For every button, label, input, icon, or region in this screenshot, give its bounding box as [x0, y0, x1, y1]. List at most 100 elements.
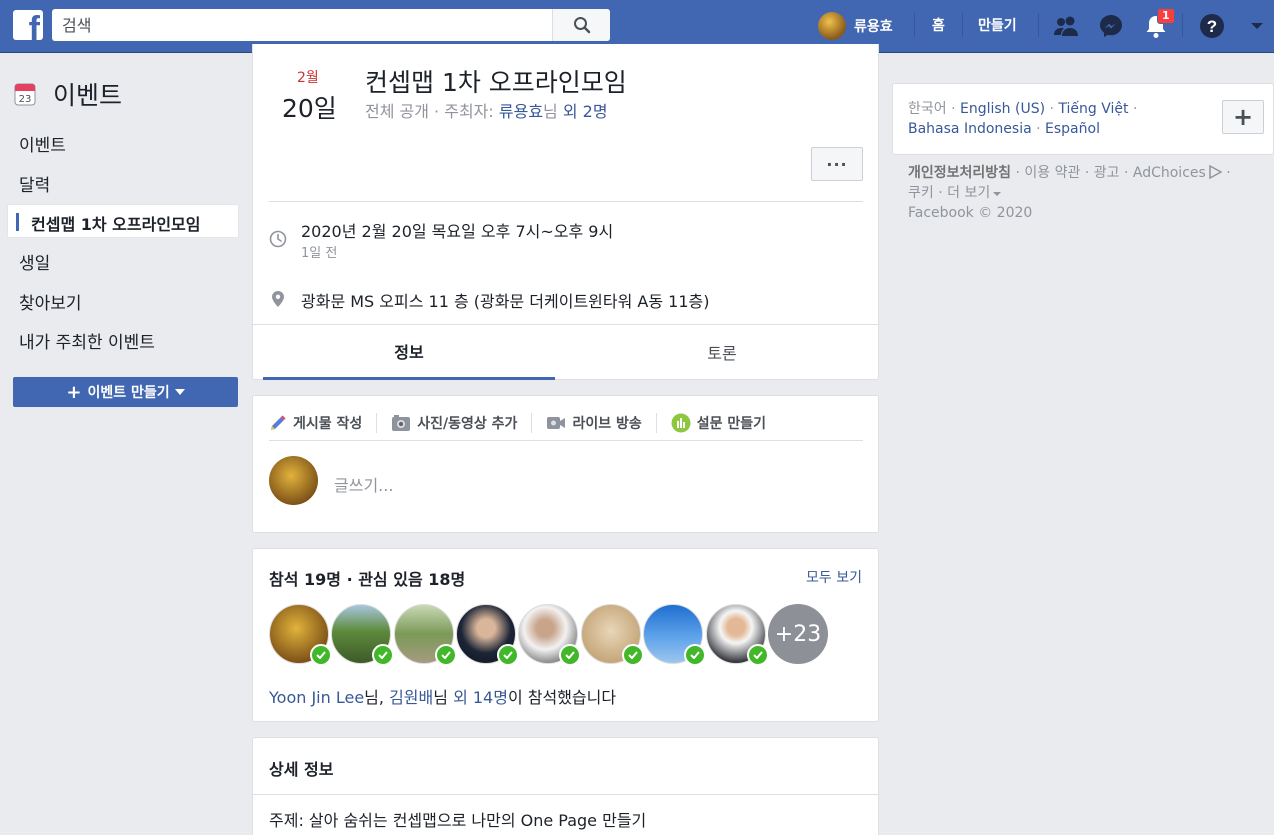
check-icon [497, 644, 519, 666]
sidebar-item-hosting[interactable]: 내가 주최한 이벤트 [19, 328, 155, 353]
cookies-link[interactable]: 쿠키 [908, 185, 934, 201]
sidebar-item-current-event[interactable]: 컨셉맵 1차 오프라인모임 [7, 204, 239, 238]
language-list: 한국어 · English (US) · Tiếng Việt · Bahasa… [908, 101, 1138, 137]
search-button[interactable] [552, 9, 610, 41]
privacy-link[interactable]: 개인정보처리방침 [908, 165, 1011, 181]
divider [269, 440, 863, 441]
event-header-card: 2월 20일 컨셉맵 1차 오프라인모임 전체 공개 · 주최자: 류용효님 외… [252, 44, 879, 380]
attendance-title: 참석 19명 · 관심 있음 18명 [269, 570, 466, 589]
details-title: 상세 정보 [269, 760, 334, 779]
event-location: 광화문 MS 오피스 11 층 (광화문 더케이트윈타워 A동 11층) [301, 292, 710, 311]
sidebar-item-birthdays[interactable]: 생일 [19, 249, 50, 274]
event-more-button[interactable]: ··· [811, 147, 863, 181]
more-attendees-button[interactable]: +23 [768, 604, 828, 664]
attendee-avatar[interactable] [643, 604, 706, 666]
composer-input[interactable]: 글쓰기... [334, 472, 393, 496]
attendee-name-link[interactable]: Yoon Jin Lee [269, 688, 364, 707]
event-privacy: 전체 공개 · 주최자: [365, 102, 499, 121]
tab-discussion[interactable]: 토론 [576, 324, 868, 380]
account-menu-icon[interactable] [1242, 11, 1272, 41]
check-icon [747, 644, 769, 666]
adchoices-icon [1209, 164, 1223, 180]
search-icon [573, 17, 590, 34]
event-host-link[interactable]: 류용효 [499, 102, 543, 121]
ads-link[interactable]: 광고 [1094, 165, 1120, 181]
divider [253, 794, 878, 795]
event-title: 컨셉맵 1차 오프라인모임 [365, 68, 627, 97]
terms-link[interactable]: 이용 약관 [1024, 165, 1080, 181]
sidebar-title: 이벤트 [53, 81, 123, 110]
location-pin-icon [272, 291, 284, 307]
language-link[interactable]: Bahasa Indonesia [908, 121, 1032, 137]
sidebar-item-discover[interactable]: 찾아보기 [19, 289, 82, 314]
nav-divider [914, 13, 915, 37]
add-language-button[interactable]: + [1222, 100, 1264, 134]
divider [655, 413, 657, 433]
camera-icon [392, 415, 411, 431]
event-time-ago: 1일 전 [301, 246, 338, 261]
language-link[interactable]: Español [1045, 121, 1100, 137]
poll-icon [671, 413, 691, 433]
attendee-avatar[interactable] [394, 604, 457, 666]
event-month: 2월 [297, 70, 319, 86]
sidebar-item-events[interactable]: 이벤트 [19, 131, 66, 156]
divider [269, 201, 863, 202]
attendee-name-link[interactable]: 김원배 [389, 688, 433, 707]
create-poll-label: 설문 만들기 [696, 416, 766, 432]
sidebar-item-calendar[interactable]: 달력 [19, 171, 50, 196]
create-link[interactable]: 만들기 [978, 15, 1017, 35]
language-link[interactable]: Tiếng Việt [1058, 101, 1128, 117]
attendee-avatar[interactable] [269, 604, 332, 666]
caret-down-icon [174, 389, 185, 395]
create-poll-button[interactable]: 설문 만들기 [671, 413, 766, 433]
event-day: 20일 [282, 94, 337, 123]
search-input[interactable] [52, 9, 552, 41]
summary-text: 님, [364, 688, 390, 707]
check-icon [684, 644, 706, 666]
friend-requests-icon[interactable] [1051, 11, 1081, 41]
create-event-button[interactable]: + 이벤트 만들기 [13, 377, 238, 407]
notifications-icon[interactable]: 1 [1141, 8, 1175, 41]
nav-profile-link[interactable]: 류용효 [818, 11, 893, 41]
help-icon[interactable]: ? [1197, 11, 1227, 41]
other-attendees-link[interactable]: 외 14명 [453, 688, 508, 707]
attendee-summary: Yoon Jin Lee님, 김원배님 외 14명이 참석했습니다 [269, 684, 616, 708]
add-photo-button[interactable]: 사진/동영상 추가 [391, 413, 517, 433]
avatar [818, 12, 846, 40]
summary-text: 이 참석했습니다 [507, 688, 617, 707]
attendee-avatar[interactable] [456, 604, 519, 666]
see-all-link[interactable]: 모두 보기 [806, 567, 862, 587]
event-other-hosts-link[interactable]: 외 2명 [563, 102, 608, 121]
attendee-avatar[interactable] [331, 604, 394, 666]
footer-links: 개인정보처리방침 · 이용 약관 · 광고 · AdChoices · 쿠키 ·… [908, 164, 1231, 221]
summary-text: 님 [433, 688, 454, 707]
avatar [269, 456, 318, 505]
attendance-card: 참석 19명 · 관심 있음 18명 모두 보기 +23 Yoon Jin Le… [252, 548, 879, 722]
adchoices-link[interactable]: AdChoices [1133, 165, 1206, 181]
create-event-label: 이벤트 만들기 [87, 385, 170, 401]
live-video-button[interactable]: 라이브 방송 [546, 413, 642, 433]
home-link[interactable]: 홈 [932, 15, 945, 35]
notification-badge: 1 [1157, 8, 1175, 24]
attendee-avatar[interactable] [581, 604, 644, 666]
check-icon [435, 644, 457, 666]
tab-info[interactable]: 정보 [263, 324, 555, 380]
write-post-label: 게시물 작성 [293, 416, 363, 432]
language-link[interactable]: English (US) [960, 101, 1045, 117]
check-icon [622, 644, 644, 666]
divider [531, 413, 533, 433]
check-icon [372, 644, 394, 666]
plus-icon: + [66, 381, 82, 403]
details-card: 상세 정보 주제: 살아 숨쉬는 컨셉맵으로 나만의 One Page 만들기 [252, 737, 879, 835]
write-post-button[interactable]: 게시물 작성 [269, 413, 362, 433]
attendee-avatar[interactable] [518, 604, 581, 666]
more-link[interactable]: 더 보기 [947, 185, 990, 201]
attendee-avatar[interactable] [706, 604, 769, 666]
messenger-icon[interactable] [1096, 11, 1126, 41]
events-header: 23 이벤트 [14, 76, 122, 112]
video-camera-icon [547, 417, 566, 429]
facebook-logo[interactable]: f [13, 10, 43, 40]
post-composer: 게시물 작성 사진/동영상 추가 라이브 방송 설문 만들기 글쓰기... [252, 395, 879, 533]
clock-icon [269, 230, 287, 248]
divider [376, 413, 378, 433]
